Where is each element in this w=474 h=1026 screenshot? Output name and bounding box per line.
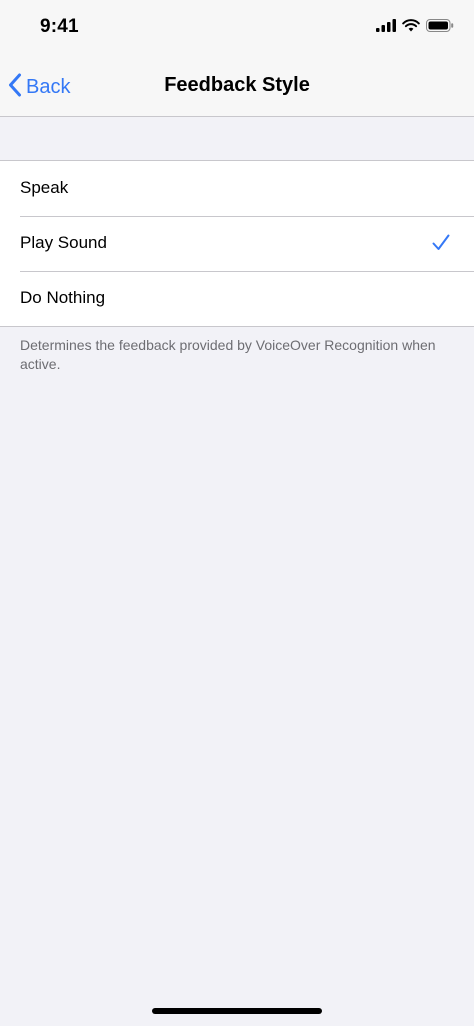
- battery-icon: [426, 19, 454, 37]
- footer-note: Determines the feedback provided by Voic…: [20, 337, 436, 372]
- cellular-signal-icon: [376, 19, 396, 37]
- wifi-icon: [402, 19, 420, 37]
- feedback-style-options: Speak Play Sound Do Nothing: [0, 160, 474, 327]
- option-play-sound[interactable]: Play Sound: [0, 216, 474, 271]
- status-time: 9:41: [40, 16, 79, 37]
- option-label: Do Nothing: [20, 288, 106, 307]
- status-icons: [376, 19, 454, 37]
- option-label: Speak: [20, 178, 69, 197]
- navigation-bar: Back Feedback Style: [0, 58, 474, 117]
- status-bar: 9:41: [0, 0, 474, 58]
- checkmark-icon: [432, 234, 450, 256]
- option-speak[interactable]: Speak: [0, 161, 474, 216]
- page-title: Feedback Style: [164, 74, 310, 96]
- option-do-nothing[interactable]: Do Nothing: [0, 271, 474, 326]
- home-indicator[interactable]: [152, 1008, 322, 1014]
- option-label: Play Sound: [20, 233, 107, 252]
